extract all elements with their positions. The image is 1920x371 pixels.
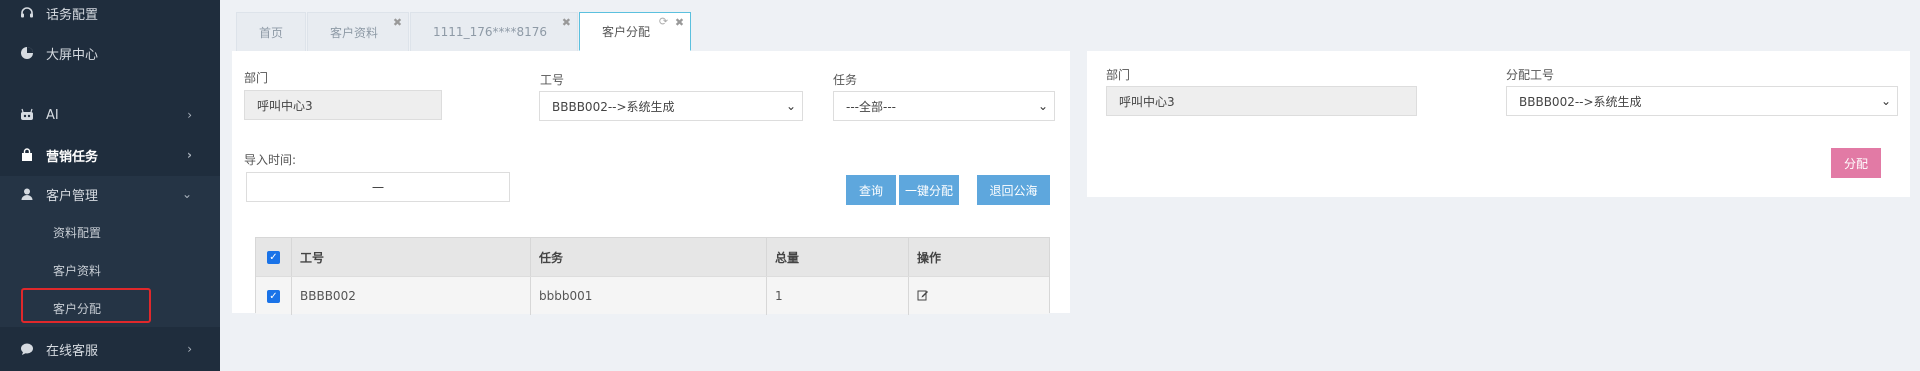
sidebar-subitem-label: 客户资料	[53, 263, 102, 278]
tab-customer-assign[interactable]: 客户分配 ⟳ ✖	[579, 12, 692, 51]
sidebar-subitem-customer-data[interactable]: 客户资料	[0, 251, 220, 289]
sidebar-item-label: AI	[46, 107, 59, 123]
selection-highlight	[21, 288, 151, 323]
table-cell: BBBB002	[292, 277, 531, 315]
chevron-down-icon: ⌄	[1880, 94, 1891, 108]
sidebar-item-online-service[interactable]: 在线客服 ›	[0, 331, 220, 367]
tab-label: 首页	[259, 25, 284, 40]
close-icon[interactable]: ✖	[675, 16, 684, 29]
sidebar-item-label: 客户管理	[46, 188, 99, 204]
query-button[interactable]: 查询	[846, 175, 896, 205]
table-cell	[909, 277, 1049, 315]
sidebar-item-label: 话务配置	[46, 7, 99, 23]
task-label: 任务	[833, 73, 858, 87]
header-cell: 操作	[917, 250, 942, 265]
user-icon	[20, 187, 34, 201]
dept-label: 部门	[244, 71, 269, 85]
tab-label: 客户资料	[330, 25, 379, 40]
chevron-right-icon: ›	[187, 148, 192, 162]
row-checkbox[interactable]: ✓	[267, 289, 280, 303]
headset-icon	[20, 6, 34, 20]
robot-icon	[20, 108, 34, 122]
dept-field: 呼叫中心3	[244, 90, 442, 120]
pie-chart-icon	[20, 46, 34, 60]
header-cell: 总量	[767, 238, 909, 276]
sidebar-item-ai[interactable]: AI ›	[0, 97, 220, 133]
worker-select-value: BBBB002-->系统生成	[552, 99, 675, 114]
table-header: ✓ 工号 任务 总量 操作	[256, 238, 1049, 276]
assignment-table: ✓ 工号 任务 总量 操作 ✓ BBBB002 bbbb001 1	[255, 237, 1050, 315]
chevron-right-icon: ›	[187, 342, 192, 356]
chevron-right-icon: ›	[187, 108, 192, 122]
filter-panel: 部门 呼叫中心3 工号 BBBB002-->系统生成 ⌄ 任务 ---全部---…	[232, 51, 1070, 315]
chat-icon	[20, 342, 34, 356]
sidebar-item-label: 营销任务	[46, 149, 99, 165]
date-range-separator: 一	[371, 180, 384, 195]
chevron-down-icon: ⌄	[181, 187, 192, 201]
assign-panel: 部门 呼叫中心3 分配工号 BBBB002-->系统生成 ⌄ 分配	[1087, 51, 1910, 197]
tab-label: 客户分配	[602, 25, 651, 39]
table-cell: 1	[767, 277, 909, 315]
table-row[interactable]: ✓ BBBB002 bbbb001 1	[256, 276, 1049, 315]
tab-label: 1111_176****8176	[433, 25, 548, 39]
tab-customer-data[interactable]: 客户资料 ✖	[307, 12, 410, 51]
close-icon[interactable]: ✖	[393, 16, 402, 29]
worker-select[interactable]: BBBB002-->系统生成 ⌄	[539, 91, 803, 121]
edit-icon[interactable]	[917, 289, 929, 304]
worker-label: 工号	[540, 73, 565, 87]
tab-customer-record[interactable]: 1111_176****8176 ✖	[410, 12, 579, 51]
import-time-range[interactable]: 一	[246, 172, 510, 202]
table-cell: bbbb001	[531, 277, 767, 315]
task-select-value: ---全部---	[846, 99, 896, 114]
chevron-down-icon: ⌄	[1037, 99, 1048, 113]
task-select[interactable]: ---全部--- ⌄	[833, 91, 1055, 121]
sidebar-item-customer-mgmt[interactable]: 客户管理 ⌄	[0, 176, 220, 212]
close-icon[interactable]: ✖	[562, 16, 571, 29]
row-checkbox-cell: ✓	[256, 277, 292, 315]
assign-all-button[interactable]: 一键分配	[899, 175, 959, 205]
tab-bar: 首页 客户资料 ✖ 1111_176****8176 ✖ 客户分配 ⟳ ✖	[236, 12, 692, 51]
sidebar-subitem-data-config[interactable]: 资料配置	[0, 213, 220, 251]
dept-value: 呼叫中心3	[257, 98, 313, 113]
header-checkbox-cell: ✓	[256, 238, 292, 276]
select-all-checkbox[interactable]: ✓	[267, 250, 280, 264]
chevron-down-icon: ⌄	[785, 99, 796, 113]
assign-worker-select[interactable]: BBBB002-->系统生成 ⌄	[1506, 86, 1898, 116]
shopping-bag-icon	[20, 148, 34, 162]
assign-worker-label: 分配工号	[1506, 68, 1555, 82]
header-cell: 工号	[292, 238, 531, 276]
sidebar: 话务配置 大屏中心 AI › 营销任务 › 客户管理 ⌄ 资料配置 客户资料 客…	[0, 0, 220, 371]
return-pool-button[interactable]: 退回公海	[977, 175, 1050, 205]
assign-button[interactable]: 分配	[1831, 148, 1881, 178]
sidebar-item-dashboard[interactable]: 大屏中心	[0, 35, 220, 71]
sidebar-item-call-config[interactable]: 话务配置	[0, 0, 220, 31]
sidebar-item-label: 大屏中心	[46, 47, 99, 63]
refresh-icon[interactable]: ⟳	[659, 15, 668, 28]
tab-home[interactable]: 首页	[236, 12, 307, 51]
header-cell: 任务	[531, 238, 767, 276]
sidebar-subitem-label: 资料配置	[53, 225, 102, 240]
dept-value: 呼叫中心3	[1119, 94, 1175, 109]
dept-field: 呼叫中心3	[1106, 86, 1417, 116]
sidebar-item-label: 在线客服	[46, 343, 99, 359]
dept-label: 部门	[1106, 68, 1131, 82]
sidebar-item-marketing[interactable]: 营销任务 ›	[0, 137, 220, 173]
import-time-label: 导入时间:	[244, 153, 297, 167]
assign-worker-value: BBBB002-->系统生成	[1519, 94, 1642, 109]
